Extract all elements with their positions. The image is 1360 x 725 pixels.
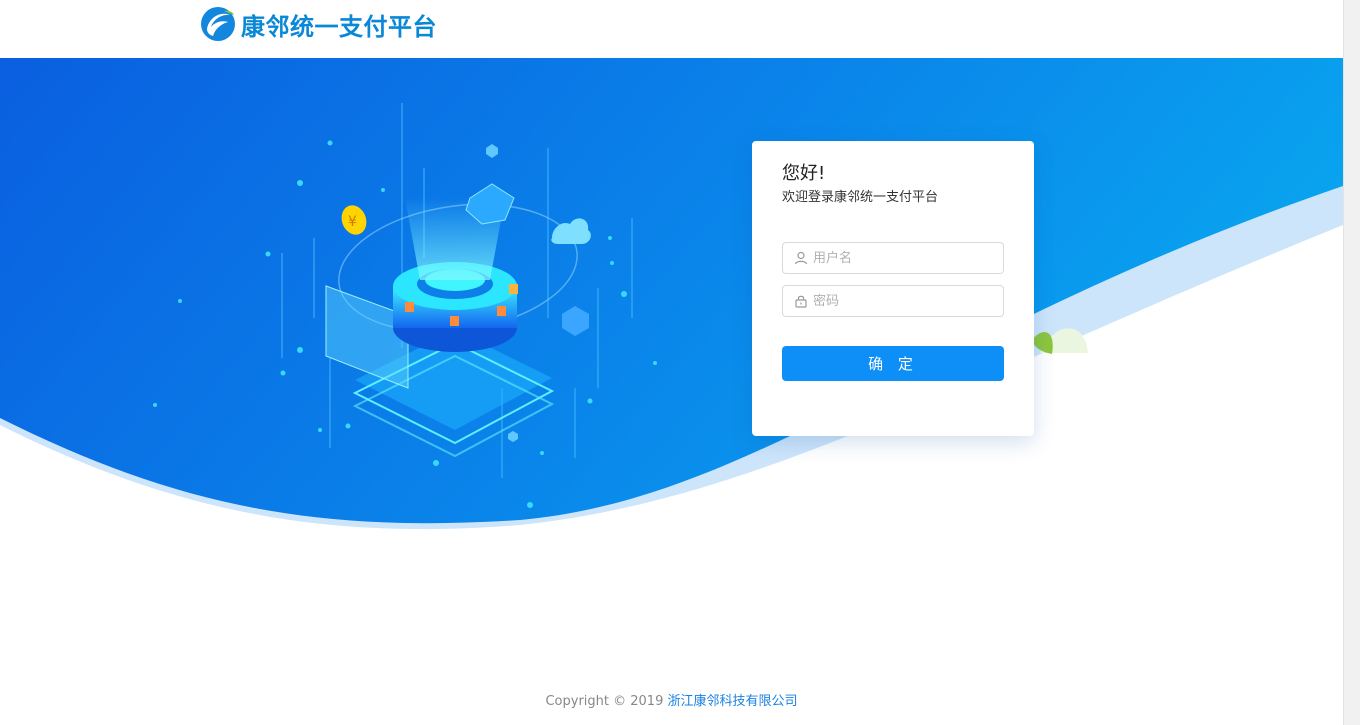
copyright-text: Copyright © 2019 [545, 694, 668, 709]
submit-button[interactable]: 确 定 [782, 346, 1004, 381]
svg-text:¥: ¥ [348, 214, 357, 230]
password-field[interactable] [782, 285, 1004, 317]
user-icon [794, 251, 808, 265]
logo-text: 康邻统一支付平台 [241, 12, 437, 41]
login-card: 您好! 欢迎登录康邻统一支付平台 确 定 [752, 141, 1034, 436]
welcome-subtitle: 欢迎登录康邻统一支付平台 [782, 190, 939, 205]
password-input[interactable] [813, 286, 998, 316]
hero-banner: ¥ [0, 58, 1343, 538]
company-link[interactable]: 浙江康邻科技有限公司 [668, 694, 798, 709]
login-page: 康邻统一支付平台 ¥ 您好! 欢迎登录康邻统一支付平台 用户名 确 定 Copy… [0, 0, 1343, 725]
vertical-scrollbar[interactable] [1343, 0, 1360, 725]
lock-icon [795, 295, 807, 308]
logo-icon [201, 7, 235, 41]
header: 康邻统一支付平台 [0, 0, 1343, 58]
footer: Copyright © 2019 浙江康邻科技有限公司 [0, 690, 1343, 709]
username-input[interactable] [813, 243, 998, 273]
logo[interactable]: 康邻统一支付平台 [199, 5, 437, 43]
greeting-title: 您好! [782, 163, 826, 184]
username-field[interactable] [782, 242, 1004, 274]
banner-graphic: ¥ [0, 58, 1343, 538]
